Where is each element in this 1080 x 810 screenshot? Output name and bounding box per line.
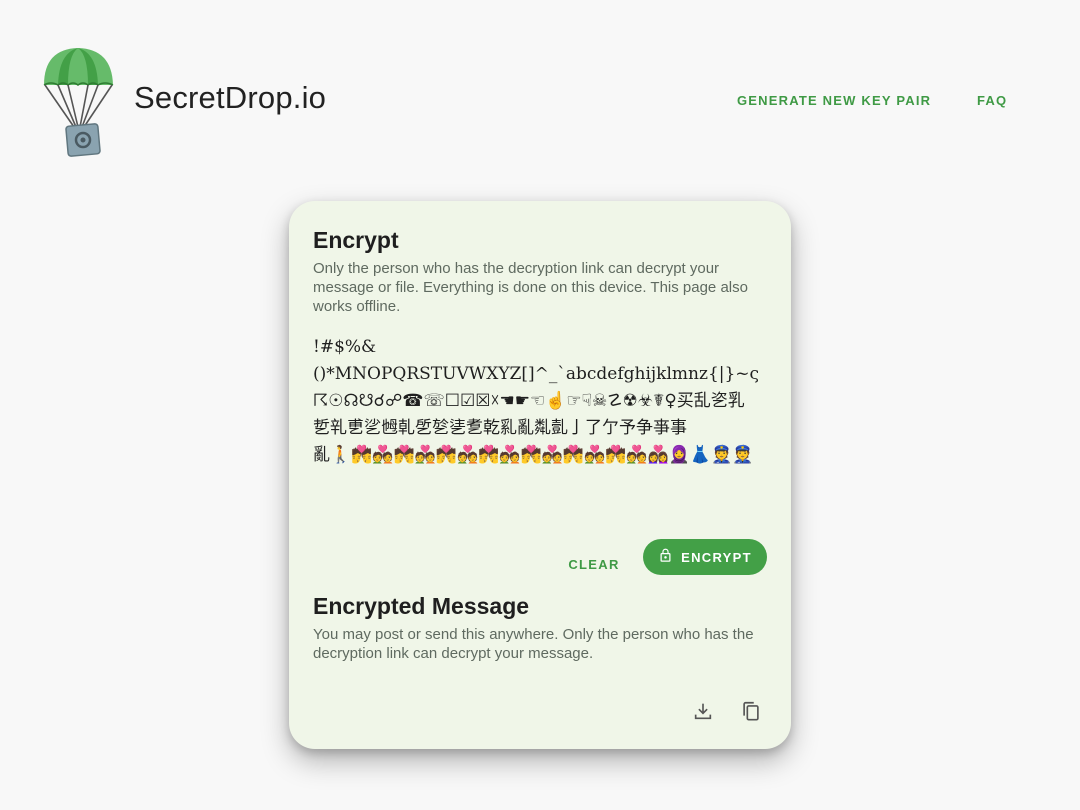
page: SecretDrop.io GENERATE NEW KEY PAIR FAQ … — [0, 0, 1080, 810]
clear-button-label: CLEAR — [568, 556, 620, 572]
encrypt-button-label: ENCRYPT — [681, 549, 752, 565]
lock-icon — [658, 548, 673, 566]
parachute-safe-icon[interactable] — [41, 45, 117, 157]
message-input[interactable]: !#$%& ()*MNOPQRSTUVWXYZ[]^_`abcdefghijkl… — [313, 334, 768, 464]
copy-icon[interactable] — [738, 698, 764, 724]
brand-name[interactable]: SecretDrop.io — [134, 80, 326, 116]
generate-key-pair-link[interactable]: GENERATE NEW KEY PAIR — [737, 93, 931, 108]
encrypted-message-title: Encrypted Message — [313, 593, 530, 619]
encrypt-title: Encrypt — [313, 227, 399, 253]
encrypt-card: Encrypt Only the person who has the decr… — [289, 201, 791, 749]
encrypted-message-description: You may post or send this anywhere. Only… — [313, 626, 754, 662]
encrypt-description: Only the person who has the decryption l… — [313, 260, 748, 315]
download-icon[interactable] — [690, 698, 716, 724]
faq-link[interactable]: FAQ — [977, 93, 1007, 108]
encrypt-button[interactable]: ENCRYPT — [643, 539, 767, 575]
clear-button[interactable]: CLEAR — [561, 549, 627, 579]
